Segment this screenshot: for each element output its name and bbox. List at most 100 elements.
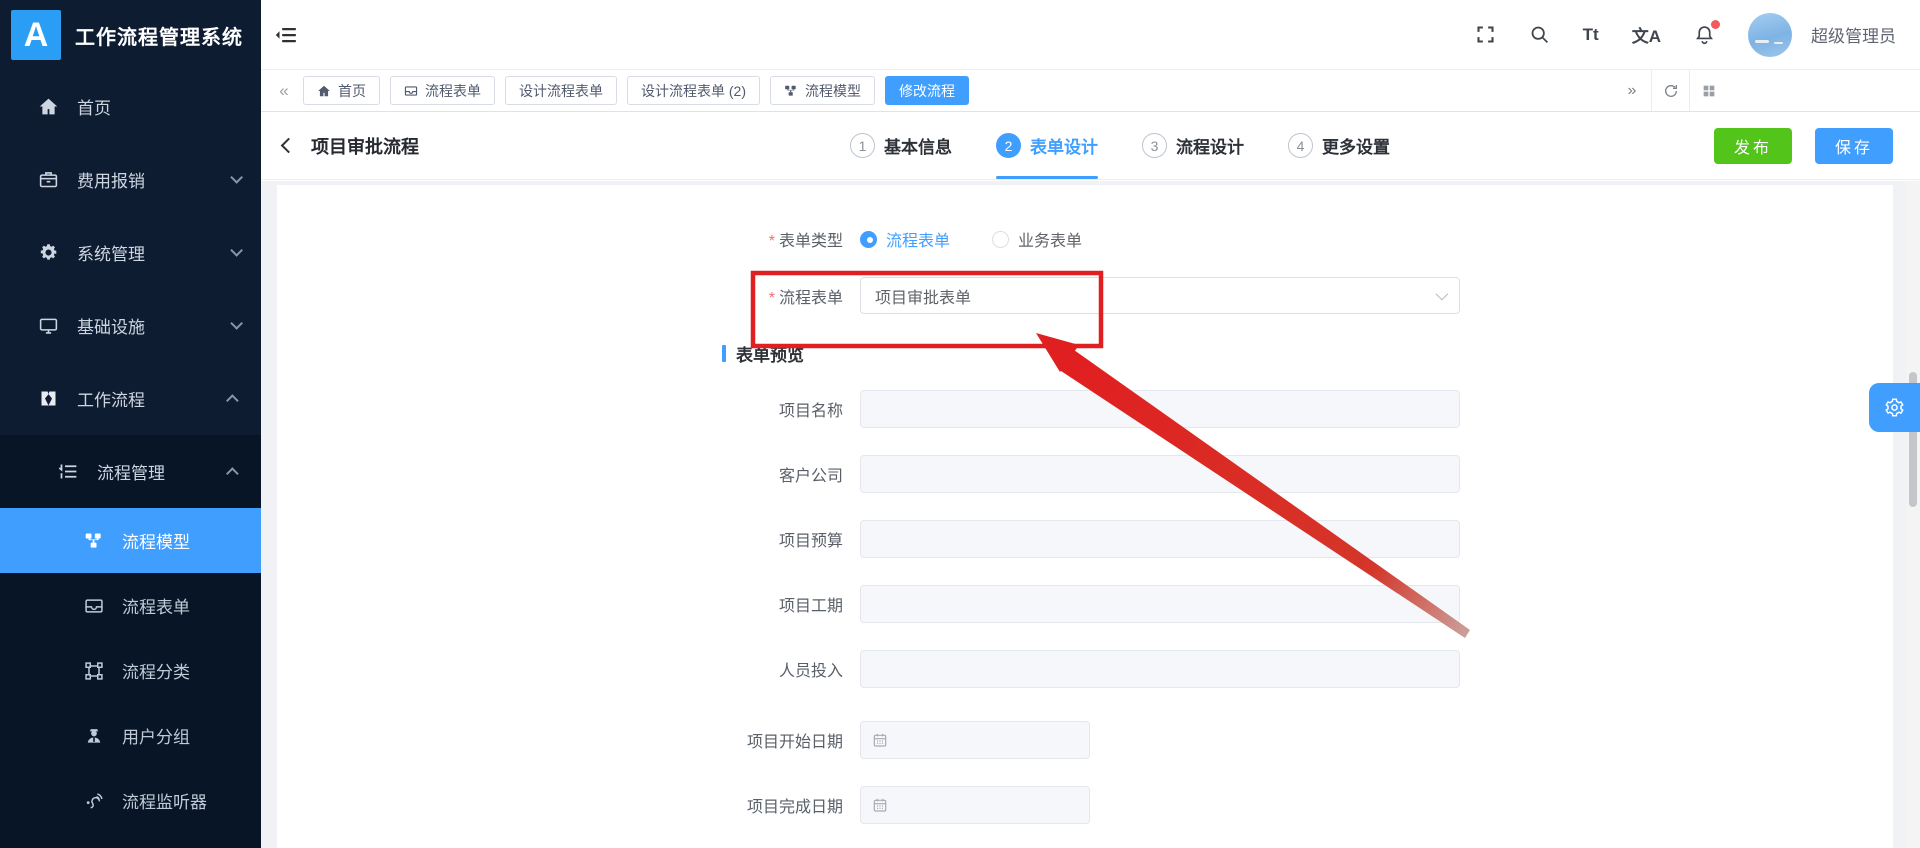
sidebar-item-system[interactable]: 系统管理: [0, 216, 261, 289]
sidebar-item-label: 流程分类: [122, 663, 190, 682]
app-title: 工作流程管理系统: [75, 26, 243, 49]
search-icon[interactable]: [1529, 24, 1550, 45]
model-icon: [82, 529, 106, 553]
required-mark: *: [768, 289, 775, 307]
gear-icon: [1885, 398, 1904, 417]
project-start-date-input[interactable]: [860, 721, 1090, 759]
tab-process-form[interactable]: 流程表单: [390, 76, 495, 105]
chevron-down-icon: [230, 171, 243, 184]
sidebar-item-process-form[interactable]: 流程表单: [0, 573, 261, 638]
preview-field-row: 项目完成日期: [277, 786, 1893, 824]
refresh-icon[interactable]: [1651, 70, 1689, 111]
content-area: * 表单类型 流程表单 业务表单 * 流程表单 项目审批表单 表单预览 项目名称…: [261, 181, 1920, 848]
drawer-icon: [404, 85, 418, 96]
step-process-design[interactable]: 3 流程设计: [1142, 112, 1244, 179]
list-icon: [56, 460, 80, 484]
save-button[interactable]: 保存: [1814, 127, 1893, 164]
fullscreen-icon[interactable]: [1475, 24, 1496, 45]
client-company-input[interactable]: [860, 455, 1460, 493]
sidebar-item-label: 流程管理: [97, 464, 165, 483]
sidebar-item-label: 系统管理: [77, 245, 145, 264]
monitor-icon: [36, 314, 60, 338]
field-label: 项目完成日期: [746, 799, 843, 816]
sidebar-item-label: 流程表单: [122, 598, 190, 617]
notification-bell-icon[interactable]: [1694, 20, 1720, 45]
sidebar-item-label: 费用报销: [77, 172, 145, 191]
current-user-name[interactable]: 超级管理员: [1811, 22, 1896, 47]
sidebar-item-expense[interactable]: 费用报销: [0, 143, 261, 216]
translate-icon[interactable]: 文A: [1632, 22, 1661, 47]
sidebar-item-home[interactable]: 首页: [0, 70, 261, 143]
sidebar-submenu: 流程管理 流程模型 流程表单 流程分类 用户分组 流程监听器: [0, 435, 261, 848]
sidebar-item-process-category[interactable]: 流程分类: [0, 638, 261, 703]
project-duration-input[interactable]: [860, 585, 1460, 623]
sidebar-item-infrastructure[interactable]: 基础设施: [0, 289, 261, 362]
radio-process-form[interactable]: 流程表单: [860, 227, 950, 251]
section-accent-bar: [722, 345, 726, 362]
project-budget-input[interactable]: [860, 520, 1460, 558]
process-form-select-row: * 流程表单 项目审批表单: [277, 277, 1893, 314]
main-area: Tt 文A 超级管理员 « 首页 流程表单 设计流程表单 设计流程表单 (2) …: [261, 0, 1920, 848]
back-icon[interactable]: [280, 137, 297, 154]
sidebar-item-process-management[interactable]: 流程管理: [0, 435, 261, 508]
home-icon: [36, 95, 60, 119]
tab-home[interactable]: 首页: [303, 76, 380, 105]
workflow-admin-app: A 工作流程管理系统 首页 费用报销 系统管理 基础设施 工作流程 流程管理 流…: [0, 0, 1920, 848]
layout-grid-icon[interactable]: [1689, 70, 1727, 111]
publish-button[interactable]: 发布: [1713, 127, 1792, 164]
required-mark: *: [768, 233, 775, 250]
sidebar-item-process-listener[interactable]: 流程监听器: [0, 768, 261, 833]
user-group-icon: [82, 724, 106, 748]
step-form-design[interactable]: 2 表单设计: [996, 112, 1098, 179]
preview-field-row: 项目预算: [277, 520, 1893, 558]
sidebar-item-workflow[interactable]: 工作流程: [0, 362, 261, 435]
expense-icon: [36, 168, 60, 192]
process-form-label: * 流程表单: [768, 289, 843, 307]
sidebar-item-user-group[interactable]: 用户分组: [0, 703, 261, 768]
top-header: Tt 文A 超级管理员: [261, 0, 1920, 70]
radio-unselected-icon: [992, 230, 1010, 248]
preview-field-row: 项目工期: [277, 585, 1893, 623]
sidebar-collapse-icon[interactable]: [274, 23, 298, 47]
step-basic-info[interactable]: 1 基本信息: [850, 112, 952, 179]
form-type-label: * 表单类型: [768, 233, 843, 250]
scroll-tabs-left-icon[interactable]: «: [271, 81, 297, 101]
wizard-steps: 1 基本信息 2 表单设计 3 流程设计 4 更多设置: [850, 112, 1390, 179]
drawer-icon: [82, 594, 106, 618]
header-buttons: 发布 保存: [1713, 127, 1893, 164]
project-name-input[interactable]: [860, 390, 1460, 428]
app-logo[interactable]: A 工作流程管理系统: [0, 0, 261, 70]
calendar-icon: [873, 733, 887, 747]
tab-design-process-form[interactable]: 设计流程表单: [505, 76, 617, 105]
preview-field-row: 客户公司: [277, 455, 1893, 493]
category-icon: [82, 659, 106, 683]
theme-settings-button[interactable]: [1869, 383, 1920, 432]
font-size-icon[interactable]: Tt: [1583, 25, 1599, 45]
topbar-actions: Tt 文A 超级管理员: [1475, 12, 1896, 57]
project-finish-date-input[interactable]: [860, 786, 1090, 824]
step-more-settings[interactable]: 4 更多设置: [1288, 112, 1390, 179]
avatar[interactable]: [1748, 12, 1792, 57]
chevron-up-icon: [226, 394, 239, 407]
sidebar-item-label: 首页: [77, 99, 111, 118]
workflow-icon: [36, 387, 60, 411]
home-icon: [318, 85, 330, 96]
scroll-tabs-right-icon[interactable]: »: [1613, 70, 1651, 111]
tab-design-process-form-2[interactable]: 设计流程表单 (2): [627, 76, 760, 105]
tab-process-model[interactable]: 流程模型: [770, 76, 875, 105]
chevron-down-icon: [1435, 287, 1449, 301]
field-label: 项目预算: [778, 533, 843, 550]
form-preview-section: 表单预览: [722, 341, 1893, 366]
staff-investment-input[interactable]: [860, 650, 1460, 688]
calendar-icon: [873, 798, 887, 812]
field-label: 项目开始日期: [746, 734, 843, 751]
field-label: 人员投入: [778, 663, 843, 680]
listener-icon: [82, 789, 106, 813]
radio-business-form[interactable]: 业务表单: [992, 227, 1082, 251]
section-title: 表单预览: [736, 346, 804, 365]
page-title: 项目审批流程: [311, 136, 419, 157]
tab-modify-process[interactable]: 修改流程: [885, 76, 969, 105]
process-form-select[interactable]: 项目审批表单: [860, 277, 1460, 314]
field-label: 项目工期: [778, 598, 843, 615]
sidebar-item-process-model[interactable]: 流程模型: [0, 508, 261, 573]
